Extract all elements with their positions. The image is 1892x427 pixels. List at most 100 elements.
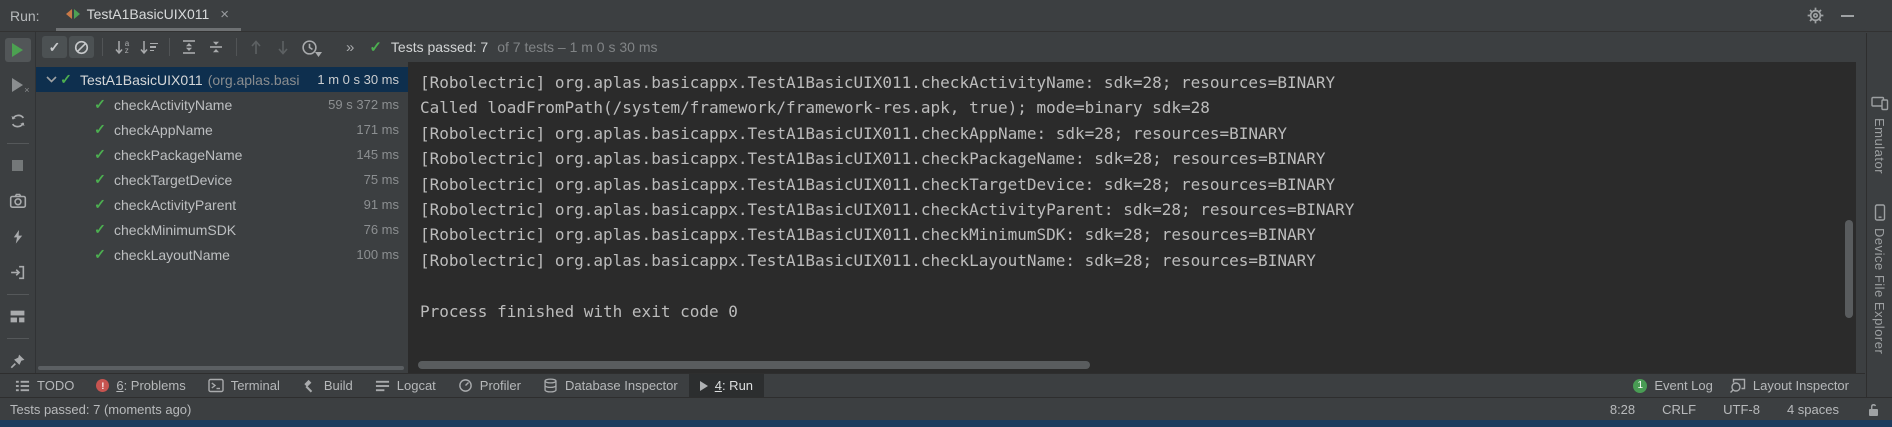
tool-window-run[interactable]: 4: Run [689, 374, 764, 397]
tree-row-test[interactable]: ✓ checkActivityName 59 s 372 ms [36, 92, 408, 117]
test-name: checkMinimumSDK [114, 222, 356, 238]
console-line: Called loadFromPath(/system/framework/fr… [420, 95, 1856, 120]
rerun-failed-tests-button[interactable]: × [5, 74, 31, 98]
camera-button[interactable] [5, 189, 31, 213]
console-horizontal-scrollbar[interactable] [418, 361, 1090, 369]
console-line: [Robolectric] org.aplas.basicappx.TestA1… [420, 70, 1856, 95]
console-blank-line [420, 273, 1856, 298]
run-configuration-icon [66, 9, 80, 19]
passed-check-icon: ✓ [92, 221, 108, 238]
hammer-icon [302, 378, 317, 393]
import-arrow-button[interactable] [5, 260, 31, 284]
stop-button[interactable] [5, 154, 31, 178]
sort-by-duration-button[interactable] [136, 36, 161, 58]
circular-arrows-icon [9, 112, 27, 130]
tree-row-test[interactable]: ✓ checkPackageName 145 ms [36, 142, 408, 167]
console-line: [Robolectric] org.aplas.basicappx.TestA1… [420, 222, 1856, 247]
tree-row-test[interactable]: ✓ checkMinimumSDK 76 ms [36, 217, 408, 242]
tree-row-test[interactable]: ✓ checkLayoutName 100 ms [36, 242, 408, 267]
divider [7, 143, 29, 144]
collapse-all-button[interactable] [203, 36, 228, 58]
tool-window-problems[interactable]: ! 6: Problems [85, 374, 196, 397]
tool-stripe-device-file-explorer[interactable]: Device File Explorer [1872, 204, 1887, 354]
tool-window-todo[interactable]: TODO [4, 374, 85, 397]
small-x-icon: × [24, 85, 29, 95]
lightning-button[interactable] [5, 225, 31, 249]
tool-stripe-emulator[interactable]: Emulator [1871, 95, 1889, 174]
grid-button[interactable] [5, 305, 31, 329]
next-occurrence-button[interactable] [270, 36, 295, 58]
process-exit-line: Process finished with exit code 0 [420, 299, 1856, 324]
tool-window-profiler[interactable]: Profiler [447, 374, 532, 397]
divider [102, 38, 103, 56]
test-status-summary: ✓ Tests passed: 7 of 7 tests – 1 m 0 s 3… [369, 38, 657, 56]
test-name: checkActivityParent [114, 197, 356, 213]
tree-row-root[interactable]: ✓ TestA1BasicUIX011(org.aplas.basi 1 m 0… [36, 67, 408, 92]
indent-indicator[interactable]: 4 spaces [1787, 402, 1839, 417]
android-studio-run-panel: Run: TestA1BasicUIX011 × [0, 0, 1892, 427]
passed-check-icon: ✓ [92, 171, 108, 188]
pin-button[interactable] [5, 349, 31, 373]
layout-inspector-label: Layout Inspector [1753, 378, 1849, 393]
gear-icon[interactable] [1807, 7, 1824, 24]
tree-row-test[interactable]: ✓ checkTargetDevice 75 ms [36, 167, 408, 192]
minimize-icon[interactable] [1841, 15, 1854, 17]
arrow-up-icon [249, 40, 263, 55]
show-ignored-button[interactable] [69, 36, 94, 58]
line-ending-indicator[interactable]: CRLF [1662, 402, 1696, 417]
test-duration: 59 s 372 ms [320, 97, 399, 112]
phone-icon [1874, 204, 1886, 221]
arrow-down-icon [276, 40, 290, 55]
runner-content: ✓ TestA1BasicUIX011(org.aplas.basi 1 m 0… [36, 62, 1892, 373]
passed-check-icon: ✓ [58, 71, 74, 88]
root-node-label: TestA1BasicUIX011(org.aplas.basi [80, 72, 309, 88]
console-vertical-scrollbar[interactable] [1845, 220, 1853, 318]
tool-window-bar: TODO ! 6: Problems Terminal Build Logcat [0, 373, 1865, 397]
event-log-button[interactable]: 1 Event Log [1629, 378, 1717, 393]
passed-check-icon: ✓ [92, 246, 108, 263]
left-triangle-icon [66, 9, 72, 19]
tool-window-database-inspector[interactable]: Database Inspector [532, 374, 689, 397]
tree-horizontal-scrollbar[interactable] [38, 366, 404, 370]
tree-row-test[interactable]: ✓ checkActivityParent 91 ms [36, 192, 408, 217]
caret-position[interactable]: 8:28 [1610, 402, 1635, 417]
chevron-down-icon[interactable] [44, 76, 58, 83]
problems-error-icon: ! [96, 379, 109, 392]
console-line: [Robolectric] org.aplas.basicappx.TestA1… [420, 121, 1856, 146]
run-console-output: [Robolectric] org.aplas.basicappx.TestA1… [408, 62, 1856, 373]
tab-label: Terminal [231, 378, 280, 393]
runner-center: ✓ az [36, 32, 1892, 373]
run-tab-title: TestA1BasicUIX011 [87, 6, 210, 22]
more-actions-chevron[interactable]: » [346, 39, 353, 56]
tool-window-build[interactable]: Build [291, 374, 364, 397]
toggle-auto-test-button[interactable] [5, 109, 31, 133]
play-gray-icon [12, 78, 23, 92]
test-history-button[interactable] [297, 36, 322, 58]
show-passed-button[interactable]: ✓ [42, 36, 67, 58]
tab-label: Database Inspector [565, 378, 678, 393]
rerun-tests-button[interactable] [5, 38, 31, 62]
test-duration: 100 ms [348, 247, 399, 262]
test-duration: 91 ms [356, 197, 399, 212]
unlocked-padlock-icon[interactable] [1866, 402, 1880, 417]
console-line: [Robolectric] org.aplas.basicappx.TestA1… [420, 172, 1856, 197]
test-runner-toolbar: ✓ az [36, 32, 1892, 62]
tool-window-terminal[interactable]: Terminal [197, 374, 291, 397]
layout-inspector-icon [1729, 378, 1746, 393]
sort-duration-icon [139, 40, 158, 55]
sort-az-icon: az [114, 40, 129, 55]
previous-occurrence-button[interactable] [243, 36, 268, 58]
tree-row-test[interactable]: ✓ checkAppName 171 ms [36, 117, 408, 142]
run-configuration-tab[interactable]: TestA1BasicUIX011 × [56, 0, 241, 31]
lightning-bolt-icon [10, 229, 26, 245]
encoding-indicator[interactable]: UTF-8 [1723, 402, 1760, 417]
sort-alphabetically-button[interactable]: az [109, 36, 134, 58]
arrow-into-door-icon [9, 264, 26, 281]
console-line: [Robolectric] org.aplas.basicappx.TestA1… [420, 248, 1856, 273]
close-icon[interactable]: × [216, 7, 229, 22]
tool-window-logcat[interactable]: Logcat [364, 374, 447, 397]
layout-inspector-button[interactable]: Layout Inspector [1725, 378, 1853, 393]
expand-all-button[interactable] [176, 36, 201, 58]
passed-check-icon: ✓ [92, 196, 108, 213]
camera-icon [9, 192, 27, 210]
